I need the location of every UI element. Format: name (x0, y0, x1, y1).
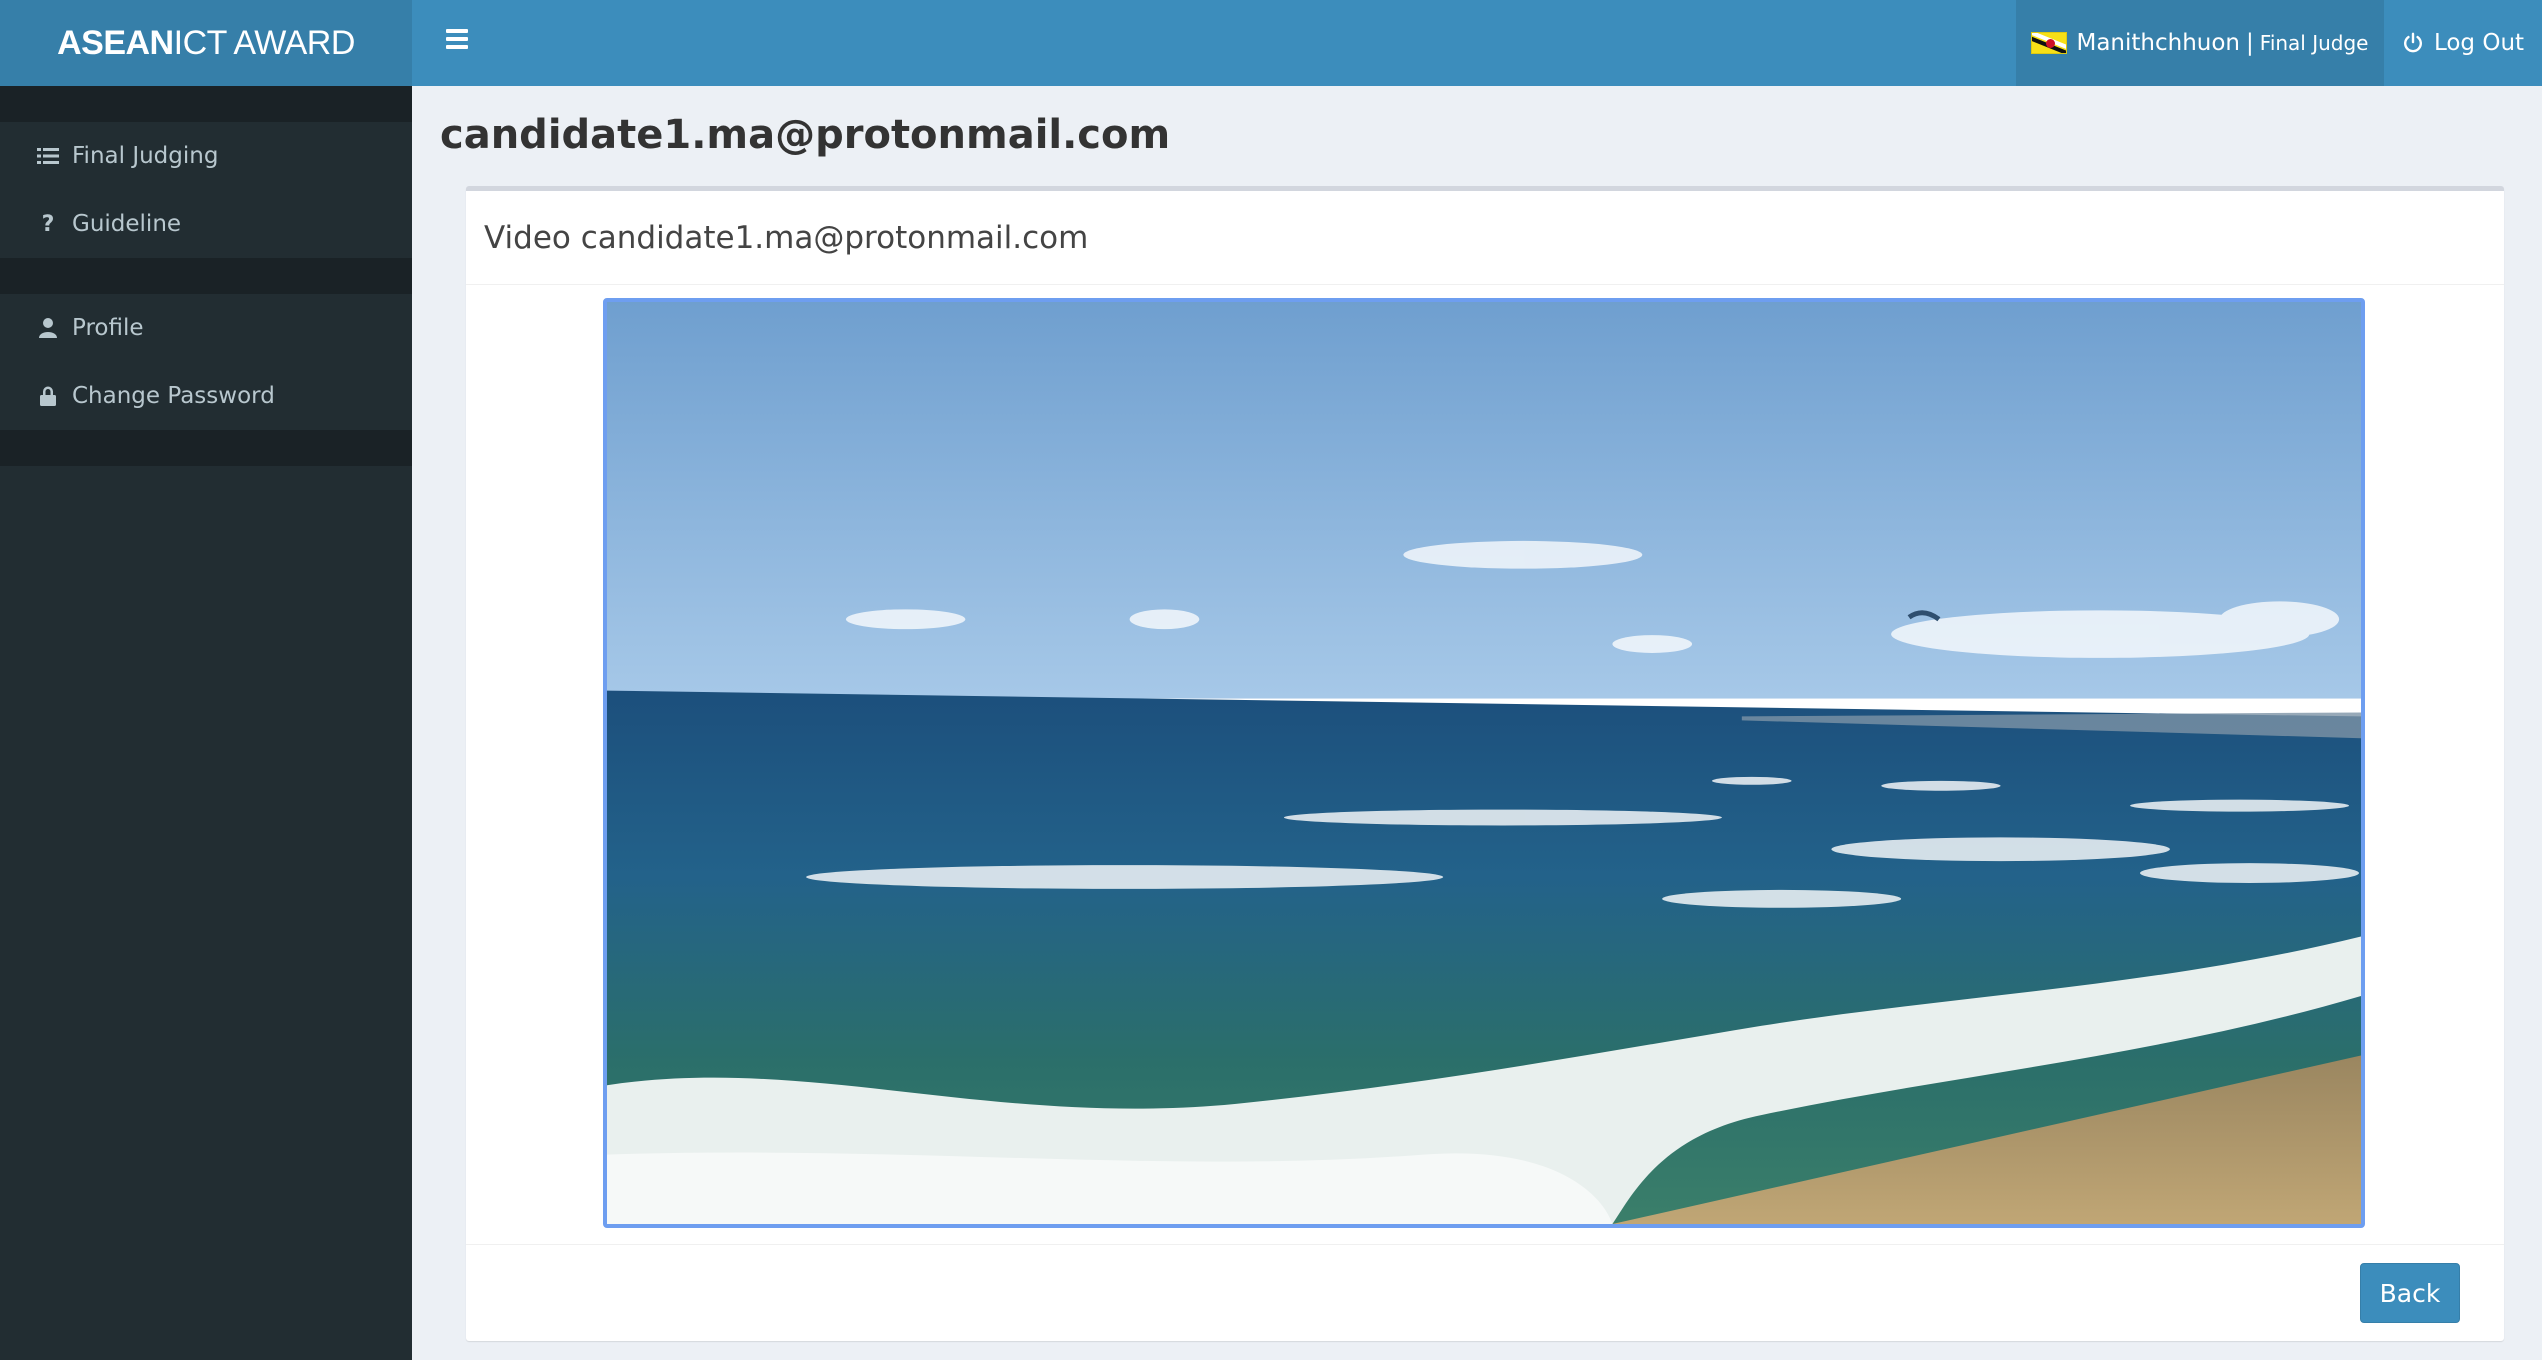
sidebar-divider (0, 430, 412, 466)
top-navbar: Manithchhuon | Final Judge Log Out (412, 0, 2542, 86)
logo-text: ICT AWARD (173, 23, 356, 62)
logout-button[interactable]: Log Out (2384, 0, 2542, 86)
lock-icon (36, 384, 60, 408)
box-footer: Back (466, 1244, 2504, 1341)
hamburger-icon[interactable] (437, 23, 477, 63)
logout-label: Log Out (2433, 30, 2525, 56)
user-menu[interactable]: Manithchhuon | Final Judge (2016, 0, 2384, 86)
sidebar-item-guideline[interactable]: ? Guideline (0, 190, 412, 258)
user-name: Manithchhuon (2076, 30, 2241, 56)
video-frame-image (607, 302, 2361, 1224)
back-button[interactable]: Back (2360, 1263, 2460, 1323)
sidebar-item-label: Profile (72, 315, 144, 341)
list-icon (36, 144, 60, 168)
video-box: Video candidate1.ma@protonmail.com Back (466, 186, 2504, 1341)
sidebar-item-label: Change Password (72, 383, 275, 409)
video-player[interactable] (603, 298, 2365, 1228)
logo-bold-text: ASEAN (57, 23, 174, 62)
box-title: Video candidate1.ma@protonmail.com (484, 219, 1089, 256)
box-header: Video candidate1.ma@protonmail.com (466, 191, 2504, 285)
power-icon (2403, 32, 2422, 53)
page-title: candidate1.ma@protonmail.com (440, 112, 1171, 158)
sidebar-item-final-judging[interactable]: Final Judging (0, 122, 412, 190)
question-icon: ? (41, 211, 55, 237)
sidebar-item-label: Final Judging (72, 143, 219, 169)
app-logo[interactable]: ASEAN ICT AWARD (0, 0, 412, 86)
sidebar-item-label: Guideline (72, 211, 182, 237)
user-separator: | (2246, 30, 2254, 56)
sidebar: Final Judging ? Guideline Profile Change… (0, 86, 412, 1360)
user-icon (36, 316, 60, 340)
sidebar-item-change-password[interactable]: Change Password (0, 362, 412, 430)
sidebar-item-profile[interactable]: Profile (0, 294, 412, 362)
user-role: Final Judge (2259, 31, 2369, 55)
brunei-flag-icon (2031, 32, 2068, 54)
sidebar-divider (0, 86, 412, 122)
sidebar-divider (0, 258, 412, 294)
